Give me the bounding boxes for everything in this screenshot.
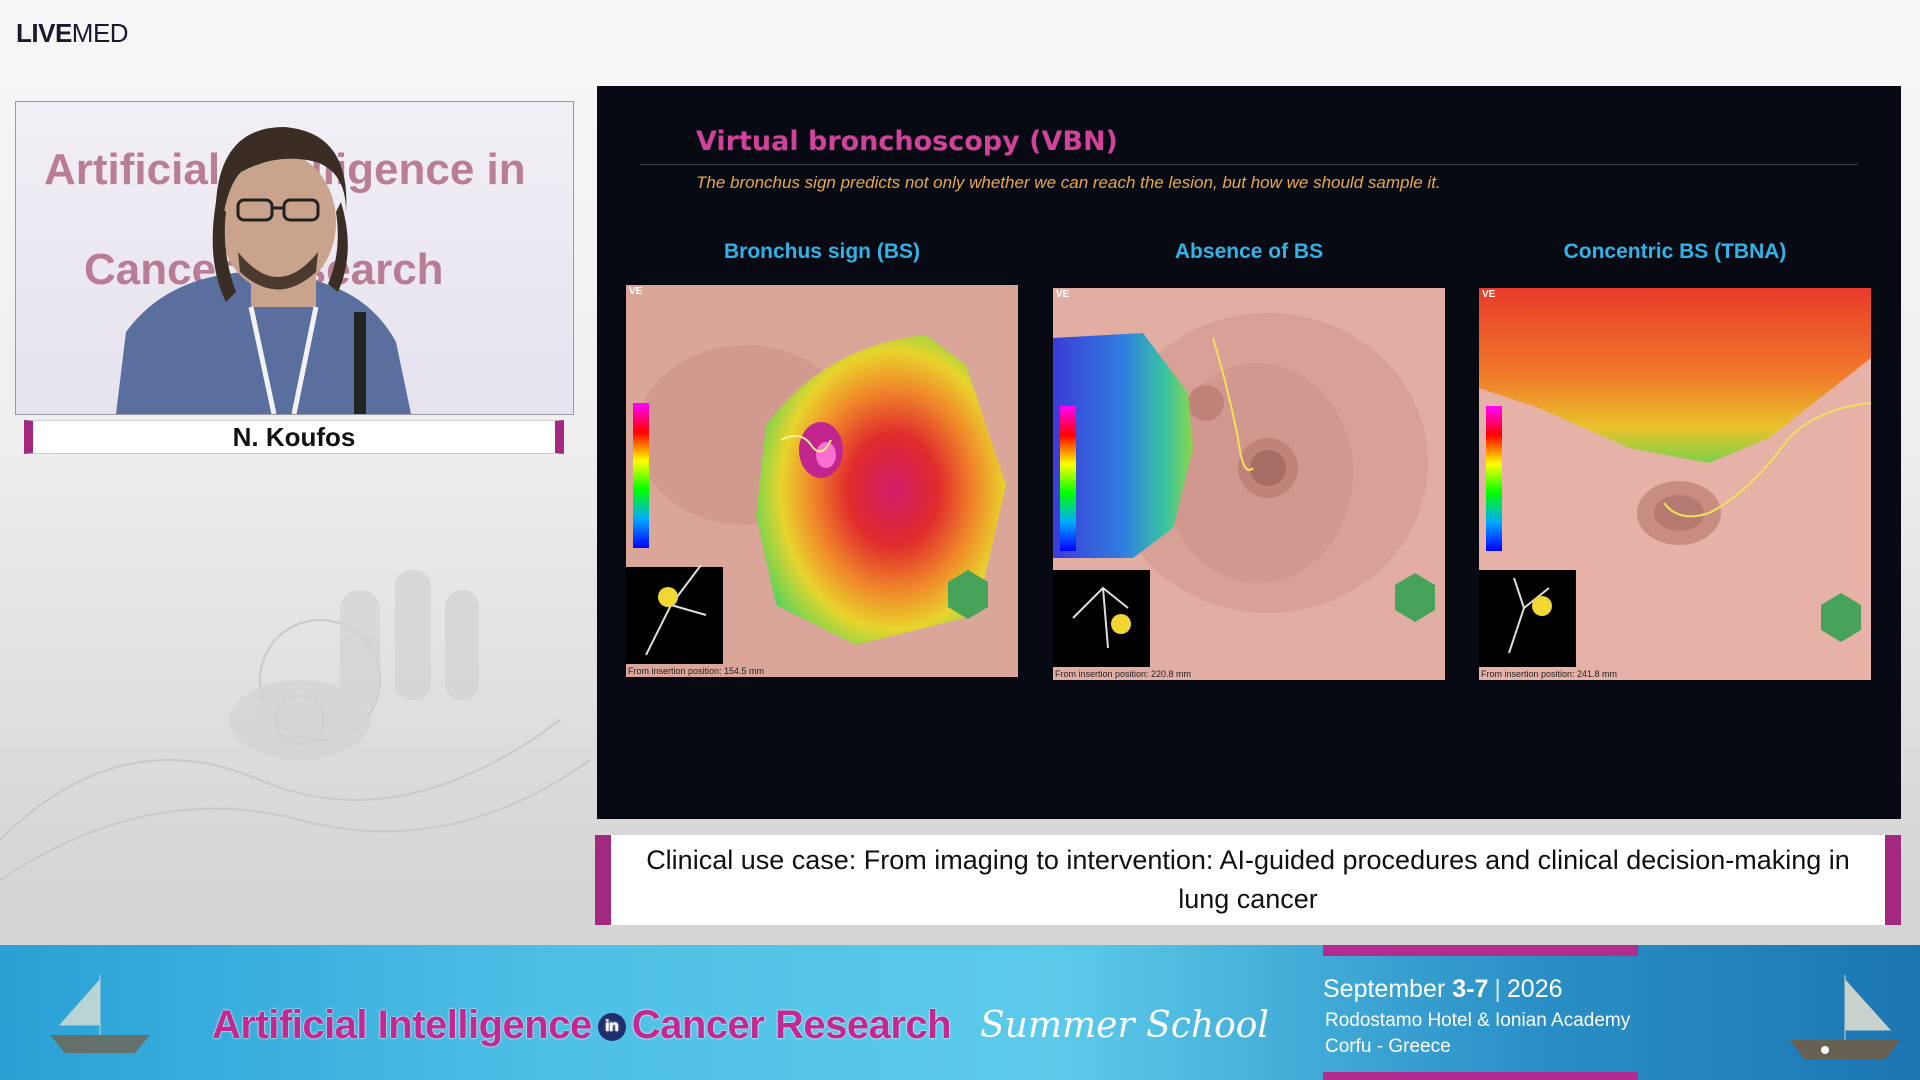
speaker-image: Artificial Intelligence in Cancer Resear… (44, 127, 526, 414)
background-decoration (0, 570, 590, 881)
banner-title-part1: Artificial Intelligence (212, 1003, 592, 1047)
banner-in-badge: in (597, 1013, 626, 1042)
speaker-video: Artificial Intelligence in Cancer Resear… (15, 101, 574, 415)
banner-accent-bottom (1323, 1072, 1638, 1080)
panel-heading-absence-bs: Absence of BS (1174, 240, 1324, 263)
panel-heading-concentric-bs: Concentric BS (TBNA) (1563, 240, 1787, 263)
panel-footer-3: From insertion position: 241.8 mm (1481, 669, 1617, 679)
slide-divider (640, 164, 1858, 165)
slide-subtitle: The bronchus sign predicts not only whet… (696, 173, 1441, 192)
panel-heading-bronchus-sign: Bronchus sign (BS) (723, 240, 920, 263)
panel-footer-1: From insertion position: 154.5 mm (628, 666, 764, 676)
panel-footer-2: From insertion position: 220.8 mm (1055, 669, 1191, 679)
ve-tag: VE (629, 286, 643, 297)
event-banner: Artificial Intelligence in Cancer Research… (0, 945, 1920, 1080)
bronchoscopy-render: From insertion position: 154.5 mm (626, 285, 1018, 677)
ship-icon-right (1790, 975, 1900, 1060)
bronchoscopy-render: From insertion position: 220.8 mm (1053, 288, 1445, 680)
bronchoscopy-panel-bronchus-sign: From insertion position: 154.5 mm VE (626, 285, 1018, 677)
event-venue: Rodostamo Hotel & Ionian Academy Corfu -… (1325, 1008, 1630, 1060)
speaker-name: N. Koufos (232, 422, 356, 452)
venue-line1: Rodostamo Hotel & Ionian Academy (1325, 1010, 1631, 1031)
slide-title: Virtual bronchoscopy (VBN) (696, 126, 1118, 157)
bronchoscopy-render: From insertion position: 241.8 mm (1479, 288, 1871, 680)
bronchoscopy-panel-concentric-bs: From insertion position: 241.8 mm VE (1479, 288, 1871, 680)
date-days: 3-7 (1452, 975, 1489, 1003)
talk-caption: Clinical use case: From imaging to inter… (595, 835, 1901, 925)
date-separator: | (1494, 975, 1501, 1003)
date-year: 2026 (1506, 975, 1563, 1003)
caption-text: Clinical use case: From imaging to inter… (646, 845, 1850, 914)
banner-accent-top (1323, 945, 1638, 956)
date-month: September (1323, 975, 1446, 1003)
ve-tag: VE (1056, 289, 1070, 300)
venue-line2: Corfu - Greece (1325, 1036, 1451, 1057)
bronchoscopy-panel-absence-bs: From insertion position: 220.8 mm VE (1053, 288, 1445, 680)
livemed-logo: LIVEMED (16, 18, 129, 48)
summer-school-label: Summer School (980, 1005, 1269, 1046)
ve-tag: VE (1482, 289, 1496, 300)
banner-title: Artificial Intelligence in Cancer Research (212, 1003, 952, 1048)
presentation-slide: Virtual bronchoscopy (VBN) The bronchus … (597, 86, 1901, 819)
ship-icon-left (50, 975, 150, 1053)
event-date: September 3-7 | 2026 (1323, 975, 1563, 1004)
speaker-name-plate: N. Koufos (24, 420, 564, 454)
banner-title-part2: Cancer Research (631, 1003, 952, 1047)
